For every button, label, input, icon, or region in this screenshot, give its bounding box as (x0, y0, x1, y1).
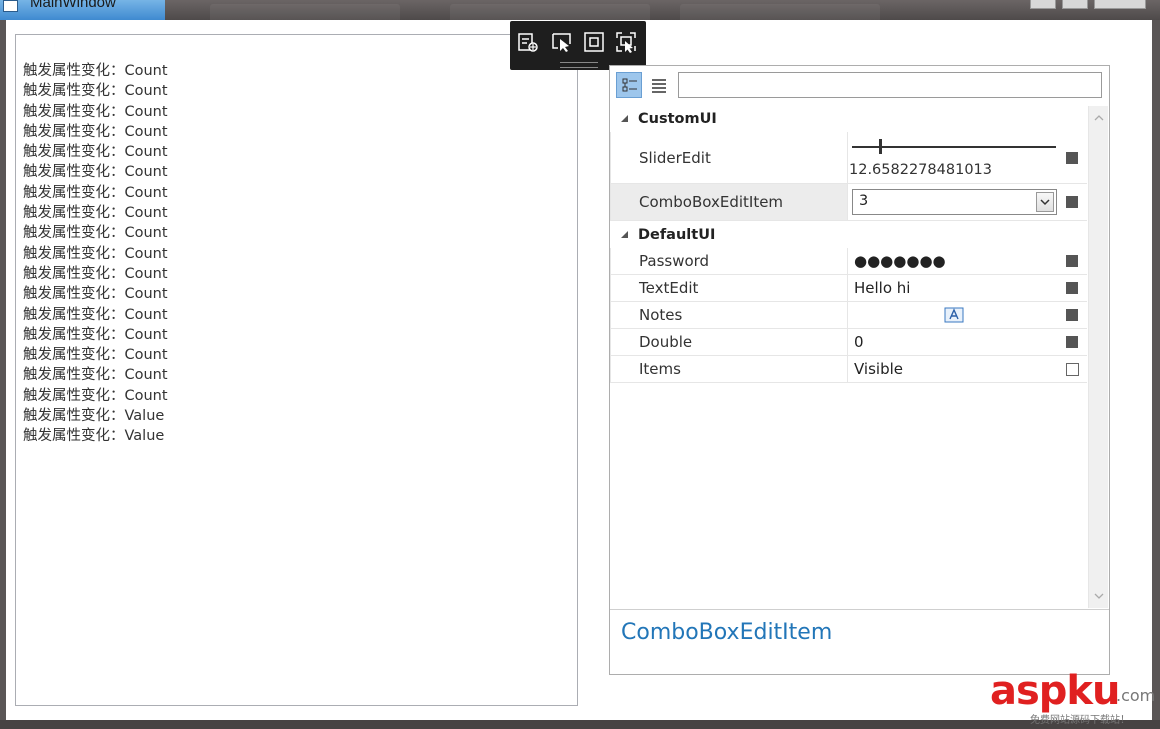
watermark-logo: aspku .com 免费网站源码下载站！ (990, 668, 1156, 726)
slider-thumb[interactable] (878, 139, 882, 154)
log-entry: 触发属性变化：Count (23, 347, 168, 364)
log-entry: 触发属性变化：Count (23, 205, 168, 222)
property-row-items[interactable]: Items Visible (610, 356, 1087, 383)
display-layout-adorners-icon[interactable] (582, 30, 606, 54)
advanced-options-marker[interactable] (1066, 336, 1078, 348)
advanced-options-marker[interactable] (1066, 309, 1078, 321)
slider-editor[interactable]: 12.6582278481013 (849, 132, 1069, 183)
double-editor[interactable]: 0 (849, 329, 1069, 355)
slider-track[interactable] (852, 146, 1056, 148)
log-list: 触发属性变化：Count 触发属性变化：Count 触发属性变化：Count 触发属性… (23, 61, 168, 447)
description-title: ComboBoxEditItem (621, 620, 833, 645)
window-title: MainWindow (30, 0, 116, 11)
combo-editor: 3 (849, 184, 1069, 220)
log-entry: 触发属性变化：Count (23, 83, 168, 100)
property-row-textedit[interactable]: TextEdit Hello hi (610, 275, 1087, 302)
text-editor-icon[interactable] (944, 307, 964, 323)
close-button[interactable] (1094, 0, 1146, 9)
password-editor[interactable]: ●●●●●●● (849, 248, 1069, 274)
log-entry: 触发属性变化：Count (23, 144, 168, 161)
log-entry: 触发属性变化：Count (23, 306, 168, 323)
wpf-debug-toolbar (510, 21, 646, 70)
property-name: Double (610, 329, 848, 355)
log-entry: 触发属性变化：Count (23, 63, 168, 79)
combo-value: 3 (859, 193, 869, 209)
background-tab (680, 4, 880, 20)
go-to-live-tree-icon[interactable] (516, 30, 540, 54)
property-grid-toolbar (610, 66, 1109, 104)
collapse-triangle-icon[interactable] (621, 115, 628, 122)
chevron-down-icon[interactable] (1036, 192, 1054, 212)
background-tab (450, 4, 650, 20)
select-element-icon[interactable] (550, 30, 574, 54)
advanced-options-marker[interactable] (1066, 282, 1078, 294)
property-name: Notes (610, 302, 848, 328)
text-editor[interactable]: Hello hi (849, 275, 1069, 301)
description-panel: ComboBoxEditItem (610, 609, 1109, 675)
log-entry: 触发属性变化：Count (23, 387, 168, 404)
items-editor[interactable]: Visible (849, 356, 1069, 382)
maximize-button[interactable] (1062, 0, 1088, 9)
log-entry: 触发属性变化：Count (23, 367, 168, 384)
taskbar-strip (0, 720, 1160, 729)
slider-value: 12.6582278481013 (849, 162, 992, 178)
advanced-options-marker[interactable] (1066, 151, 1078, 164)
property-name: SliderEdit (610, 132, 848, 183)
alphabetical-icon[interactable] (646, 72, 672, 98)
log-entry: 触发属性变化：Count (23, 326, 168, 343)
log-entry: 触发属性变化：Count (23, 103, 168, 120)
property-change-log[interactable]: 触发属性变化：Count 触发属性变化：Count 触发属性变化：Count 触发属性… (15, 34, 578, 706)
track-focused-element-icon[interactable] (614, 30, 638, 54)
property-search-input[interactable] (678, 72, 1102, 98)
minimize-button[interactable] (1030, 0, 1056, 9)
log-entry: 触发属性变化：Count (23, 164, 168, 181)
log-entry: 触发属性变化：Value (23, 408, 165, 425)
window-title-tab[interactable]: MainWindow (0, 0, 165, 20)
category-customui[interactable]: CustomUI (610, 106, 1087, 132)
property-name: TextEdit (610, 275, 848, 301)
log-entry: 触发属性变化：Count (23, 225, 168, 242)
property-row-double[interactable]: Double 0 (610, 329, 1087, 356)
log-entry: 触发属性变化：Count (23, 123, 168, 140)
property-name: ComboBoxEditItem (610, 184, 848, 220)
log-entry: 触发属性变化：Count (23, 184, 168, 201)
log-entry: 触发属性变化：Value (23, 428, 165, 445)
property-name: Password (610, 248, 848, 274)
log-entry: 触发属性变化：Count (23, 286, 168, 303)
property-row-notes[interactable]: Notes (610, 302, 1087, 329)
title-bar: MainWindow (0, 0, 1160, 20)
background-tab (210, 4, 400, 20)
property-name: Items (610, 356, 848, 382)
property-list: CustomUI SliderEdit 12.6582278481013 Com… (610, 106, 1087, 608)
scroll-arrows (1094, 115, 1104, 599)
categorized-icon[interactable] (616, 72, 642, 98)
log-entry: 触发属性变化：Count (23, 265, 168, 282)
advanced-options-marker[interactable] (1066, 196, 1078, 208)
notes-editor (849, 302, 1069, 328)
vertical-scrollbar[interactable] (1088, 106, 1108, 608)
property-grid: CustomUI SliderEdit 12.6582278481013 Com… (609, 65, 1110, 675)
toolbar-drag-handle[interactable] (560, 62, 598, 68)
collapse-triangle-icon[interactable] (621, 231, 628, 238)
log-entry: 触发属性变化：Count (23, 245, 168, 262)
property-row-slideredit[interactable]: SliderEdit 12.6582278481013 (610, 132, 1087, 184)
property-row-password[interactable]: Password ●●●●●●● (610, 248, 1087, 275)
advanced-options-marker[interactable] (1066, 255, 1078, 267)
window-icon (3, 0, 18, 12)
advanced-options-marker[interactable] (1066, 363, 1079, 376)
combo-box[interactable]: 3 (852, 189, 1057, 215)
category-defaultui[interactable]: DefaultUI (610, 222, 1087, 248)
property-row-comboboxedititem[interactable]: ComboBoxEditItem 3 (610, 184, 1087, 221)
